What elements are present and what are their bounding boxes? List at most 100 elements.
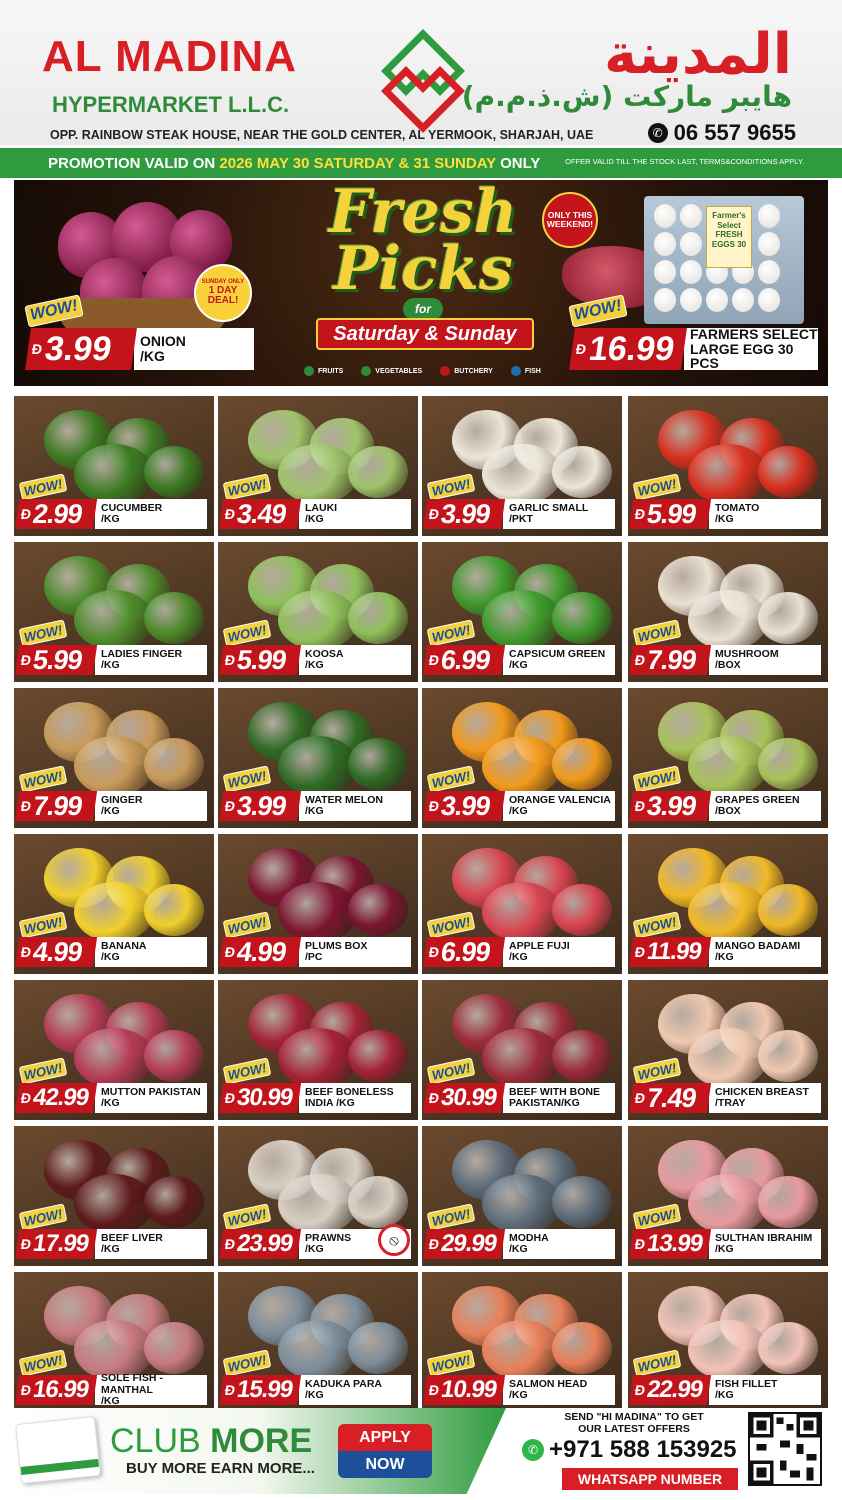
price-tag: Đ 7.99 MUSHROOM/BOX bbox=[628, 644, 821, 675]
currency-symbol: Đ bbox=[633, 1236, 646, 1252]
currency-symbol: Đ bbox=[427, 944, 440, 960]
product-price: 7.99 bbox=[31, 790, 84, 821]
wow-badge: WOW! bbox=[568, 294, 628, 328]
currency-symbol: Đ bbox=[223, 1090, 236, 1106]
product-unit: INDIA /KG bbox=[305, 1097, 355, 1109]
product-price: 3.49 bbox=[235, 498, 288, 529]
price-tag: Đ 16.99 SOLE FISH - MANTHAL/KG bbox=[14, 1373, 207, 1407]
product-card[interactable]: WOW! Đ 3.99 WATER MELON/KG bbox=[218, 688, 418, 828]
currency-symbol: Đ bbox=[30, 341, 44, 357]
no-fish-icon: ⦸ bbox=[378, 1224, 410, 1256]
currency-symbol: Đ bbox=[19, 506, 32, 522]
category-butchery: BUTCHERY bbox=[440, 366, 493, 376]
product-card[interactable]: WOW! Đ 4.99 BANANA/KG bbox=[14, 834, 214, 974]
price-tag: Đ 30.99 BEEF BONELESS INDIA /KG bbox=[218, 1083, 411, 1113]
product-card[interactable]: WOW! Đ 42.99 MUTTON PAKISTAN/KG bbox=[14, 980, 214, 1120]
product-price: 3.99 bbox=[439, 790, 492, 821]
product-card[interactable]: WOW! Đ 22.99 FISH FILLET/KG bbox=[628, 1272, 828, 1412]
price-tag: Đ 15.99 KADUKA PARA/KG bbox=[218, 1375, 411, 1405]
price-tag: Đ 6.99 CAPSICUM GREEN/KG bbox=[422, 644, 615, 675]
product-price: 22.99 bbox=[645, 1376, 705, 1403]
product-card[interactable]: WOW! Đ 30.99 BEEF WITH BONE PAKISTAN/KG bbox=[422, 980, 622, 1120]
product-card[interactable]: WOW! Đ 6.99 APPLE FUJI/KG bbox=[422, 834, 622, 974]
product-card[interactable]: WOW! Đ 16.99 SOLE FISH - MANTHAL/KG bbox=[14, 1272, 214, 1412]
deal-unit: /KG bbox=[140, 348, 165, 364]
category-fish: FISH bbox=[510, 366, 541, 376]
product-card[interactable]: WOW! Đ 3.99 ORANGE VALENCIA/KG bbox=[422, 688, 622, 828]
product-card[interactable]: WOW! Đ 4.99 PLUMS BOX/PC bbox=[218, 834, 418, 974]
product-price: 5.99 bbox=[235, 644, 288, 675]
qr-code-icon[interactable] bbox=[748, 1412, 822, 1486]
product-price: 7.99 bbox=[645, 644, 698, 675]
product-unit: /KG bbox=[101, 1394, 120, 1407]
currency-symbol: Đ bbox=[223, 1382, 236, 1398]
product-price: 4.99 bbox=[235, 936, 288, 967]
price-tag: Đ 13.99 SULTHAN IBRAHIM/KG bbox=[628, 1229, 821, 1259]
product-price: 4.99 bbox=[31, 936, 84, 967]
price-tag: Đ 3.99 GRAPES GREEN/BOX bbox=[628, 791, 821, 821]
currency-symbol: Đ bbox=[427, 1382, 440, 1398]
product-card[interactable]: WOW! Đ 11.99 MANGO BADAMI/KG bbox=[628, 834, 828, 974]
product-card[interactable]: WOW! Đ 7.99 GINGER/KG bbox=[14, 688, 214, 828]
price-tag: Đ 7.49 CHICKEN BREAST/TRAY bbox=[628, 1083, 821, 1113]
product-card[interactable]: WOW! Đ 6.99 CAPSICUM GREEN/KG bbox=[422, 542, 622, 682]
product-unit: /PC bbox=[305, 951, 323, 963]
price-tag: Đ 2.99 CUCUMBER/KG bbox=[14, 499, 207, 529]
product-card[interactable]: WOW! Đ 5.99 LADIES FINGER/KG bbox=[14, 542, 214, 682]
product-card[interactable]: WOW! Đ 30.99 BEEF BONELESS INDIA /KG bbox=[218, 980, 418, 1120]
price-tag: Đ 10.99 SALMON HEAD/KG bbox=[422, 1375, 615, 1405]
product-card[interactable]: WOW! Đ 3.99 GARLIC SMALL/PKT bbox=[422, 396, 622, 536]
product-unit: /KG bbox=[101, 951, 120, 963]
product-unit: /KG bbox=[509, 659, 528, 671]
product-unit: /KG bbox=[305, 1389, 324, 1401]
product-unit: /BOX bbox=[715, 659, 741, 671]
currency-symbol: Đ bbox=[633, 944, 646, 960]
product-unit: /BOX bbox=[715, 805, 741, 817]
whatsapp-contact[interactable]: ✆ +971 588 153925 bbox=[522, 1436, 737, 1464]
product-card[interactable]: WOW! Đ 2.99 CUCUMBER/KG bbox=[14, 396, 214, 536]
product-card[interactable]: WOW! Đ 7.99 MUSHROOM/BOX bbox=[628, 542, 828, 682]
butchery-icon bbox=[440, 366, 451, 376]
vegetables-icon bbox=[361, 366, 372, 376]
product-price: 16.99 bbox=[31, 1376, 91, 1403]
currency-symbol: Đ bbox=[19, 944, 32, 960]
brand-subtitle-english: HYPERMARKET L.L.C. bbox=[52, 92, 290, 117]
product-price: 42.99 bbox=[31, 1084, 91, 1111]
product-card[interactable]: WOW! Đ 7.49 CHICKEN BREAST/TRAY bbox=[628, 980, 828, 1120]
product-unit: /KG bbox=[101, 1243, 120, 1255]
price-tag: Đ 3.99 WATER MELON/KG bbox=[218, 791, 411, 821]
price-tag: Đ 30.99 BEEF WITH BONE PAKISTAN/KG bbox=[422, 1083, 615, 1113]
product-card[interactable]: WOW! Đ 5.99 TOMATO/KG bbox=[628, 396, 828, 536]
product-unit: /KG bbox=[101, 659, 120, 671]
currency-symbol: Đ bbox=[633, 1382, 646, 1398]
product-unit: /KG bbox=[715, 951, 734, 963]
whatsapp-instructions: SEND "HI MADINA" TO GET OUR LATEST OFFER… bbox=[564, 1411, 704, 1435]
product-unit: /KG bbox=[101, 513, 120, 525]
product-card[interactable]: WOW! Đ 29.99 MODHA/KG bbox=[422, 1126, 622, 1266]
product-card[interactable]: WOW! Đ 3.49 LAUKI/KG bbox=[218, 396, 418, 536]
product-unit: /TRAY bbox=[715, 1097, 746, 1109]
price-tag: Đ 5.99 TOMATO/KG bbox=[628, 499, 821, 529]
product-card[interactable]: WOW! Đ 3.99 GRAPES GREEN/BOX bbox=[628, 688, 828, 828]
loyalty-card-image bbox=[15, 1415, 101, 1485]
product-price: 30.99 bbox=[235, 1084, 295, 1111]
store-phone[interactable]: ✆ 06 557 9655 bbox=[647, 120, 796, 146]
apply-now-button[interactable]: APPLY NOW bbox=[338, 1424, 432, 1478]
store-address: OPP. RAINBOW STEAK HOUSE, NEAR THE GOLD … bbox=[50, 128, 594, 142]
product-price: 13.99 bbox=[645, 1230, 705, 1257]
product-price: 6.99 bbox=[439, 644, 492, 675]
currency-symbol: Đ bbox=[633, 798, 646, 814]
price-tag: Đ 22.99 FISH FILLET/KG bbox=[628, 1375, 821, 1405]
deal-unit: LARGE EGG 30 PCS bbox=[690, 340, 794, 372]
price-tag: Đ 4.99 BANANA/KG bbox=[14, 936, 207, 967]
product-unit: /KG bbox=[715, 1389, 734, 1401]
product-card[interactable]: WOW! Đ 5.99 KOOSA/KG bbox=[218, 542, 418, 682]
product-card[interactable]: WOW! Đ 13.99 SULTHAN IBRAHIM/KG bbox=[628, 1126, 828, 1266]
product-card[interactable]: WOW! Đ 23.99 PRAWNS/KG ⦸ bbox=[218, 1126, 418, 1266]
product-unit: /KG bbox=[509, 1389, 528, 1401]
one-day-deal-badge: SUNDAY ONLY 1 DAY DEAL! bbox=[194, 264, 252, 322]
price-tag: Đ 7.99 GINGER/KG bbox=[14, 790, 207, 821]
product-card[interactable]: WOW! Đ 10.99 SALMON HEAD/KG bbox=[422, 1272, 622, 1412]
product-card[interactable]: WOW! Đ 17.99 BEEF LIVER/KG bbox=[14, 1126, 214, 1266]
product-card[interactable]: WOW! Đ 15.99 KADUKA PARA/KG bbox=[218, 1272, 418, 1412]
